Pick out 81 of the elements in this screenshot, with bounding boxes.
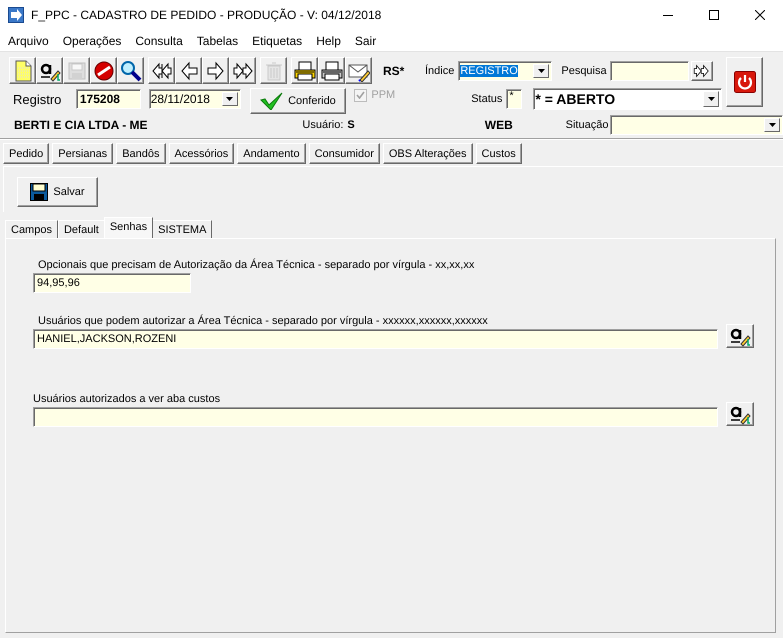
tab-button[interactable]: OBS Alterações: [382, 143, 473, 164]
menu-item[interactable]: Sair: [354, 34, 376, 48]
new-button[interactable]: [9, 57, 36, 84]
checkmark-icon: [260, 92, 284, 110]
date-combo[interactable]: 28/11/2018: [148, 89, 241, 109]
situacao-combo[interactable]: [610, 115, 783, 135]
input-field[interactable]: [33, 407, 718, 427]
dropdown-button[interactable]: [222, 92, 238, 106]
go-button[interactable]: [690, 60, 713, 80]
right-arrow-icon: [204, 60, 226, 82]
save-button[interactable]: Salvar: [17, 177, 98, 207]
caret-icon: [538, 68, 545, 72]
registro-field[interactable]: 175208: [76, 89, 141, 109]
input-field[interactable]: HANIEL,JACKSON,ROZENI: [33, 329, 718, 349]
first-button[interactable]: [148, 57, 175, 84]
print-button[interactable]: [291, 57, 318, 84]
spell-button[interactable]: [726, 402, 754, 426]
dropdown-button[interactable]: [764, 118, 780, 132]
tab-button[interactable]: Pedido: [3, 143, 50, 164]
email-button[interactable]: [345, 57, 372, 84]
last-button[interactable]: [229, 57, 256, 84]
tab[interactable]: Default: [58, 220, 105, 238]
company-name: BERTI E CIA LTDA - ME: [14, 118, 149, 132]
dropdown-button[interactable]: [703, 91, 719, 107]
tab[interactable]: Senhas: [104, 217, 154, 238]
tab-button[interactable]: Bandôs: [116, 143, 166, 164]
field-label: Usuários autorizados a ver aba custos: [33, 393, 222, 407]
spell-button[interactable]: [36, 57, 63, 84]
index-combo[interactable]: REGISTRO: [458, 60, 552, 80]
printer-button[interactable]: [318, 57, 345, 84]
search-label: Pesquisa: [561, 64, 607, 76]
menu-item[interactable]: Arquivo: [8, 34, 49, 48]
search-icon: [120, 60, 142, 82]
dropdown-button[interactable]: [533, 64, 550, 78]
caret-icon: [708, 97, 714, 101]
search-button[interactable]: [117, 57, 144, 84]
tab-button[interactable]: Andamento: [237, 143, 306, 164]
maximize-icon: [709, 10, 719, 20]
tab-button[interactable]: Acessórios: [168, 143, 234, 164]
input-field[interactable]: 94,95,96: [33, 273, 191, 293]
caret-icon: [768, 123, 776, 127]
save-icon: [66, 60, 88, 82]
field-label: Opcionais que precisam de Autorização da Área Técnica - separado por vírgula - xx,xx,xx: [37, 259, 476, 273]
menu-item[interactable]: Consulta: [135, 34, 183, 48]
ppm-label: PPM: [371, 89, 396, 101]
user-value: S: [347, 119, 356, 131]
status-code-field[interactable]: *: [506, 89, 522, 109]
power-icon: [734, 71, 756, 93]
menu-item[interactable]: Etiquetas: [252, 34, 302, 48]
web-label: WEB: [484, 118, 514, 132]
no-entry-icon: [92, 60, 114, 82]
situacao-label: Situação: [566, 119, 608, 131]
printer-icon: [320, 60, 342, 82]
search-field[interactable]: [610, 60, 689, 80]
tab-button[interactable]: Custos: [476, 143, 522, 164]
tab[interactable]: SISTEMA: [152, 220, 212, 238]
caret-icon: [226, 97, 234, 101]
menu-item[interactable]: Operações: [62, 34, 122, 48]
status-label: Status: [471, 93, 502, 105]
field-label: Usuários que podem autorizar a Área Técnica - separado por vírgula - xxxxxx,xxxxxx,xxxxxx: [37, 315, 489, 329]
user-label: Usuário:: [302, 119, 344, 131]
tab-button[interactable]: Consumidor: [308, 143, 380, 164]
rs-label: RS*: [383, 64, 406, 78]
window-title: F_PPC - CADASTRO DE PEDIDO - PRODUÇÃO - V: 04/12/2018: [31, 8, 382, 22]
previous-button[interactable]: [175, 57, 202, 84]
next-button[interactable]: [202, 57, 229, 84]
conferido-button[interactable]: Conferido: [250, 88, 346, 114]
app-icon: [8, 7, 24, 23]
cancel-button[interactable]: [90, 57, 117, 84]
menu-item[interactable]: Tabelas: [196, 34, 238, 48]
status-combo[interactable]: * = ABERTO: [533, 88, 722, 110]
power-button[interactable]: [726, 57, 763, 107]
menu-item[interactable]: Help: [316, 34, 341, 48]
tab[interactable]: Campos: [5, 220, 58, 238]
registro-label: Registro: [13, 92, 62, 106]
close-icon: [755, 10, 765, 20]
index-label: Índice: [425, 64, 454, 76]
tab-button[interactable]: Persianas: [52, 143, 114, 164]
spell-button[interactable]: [726, 324, 754, 348]
double-right-arrow-icon: [692, 64, 711, 78]
printer-icon: [294, 60, 316, 82]
